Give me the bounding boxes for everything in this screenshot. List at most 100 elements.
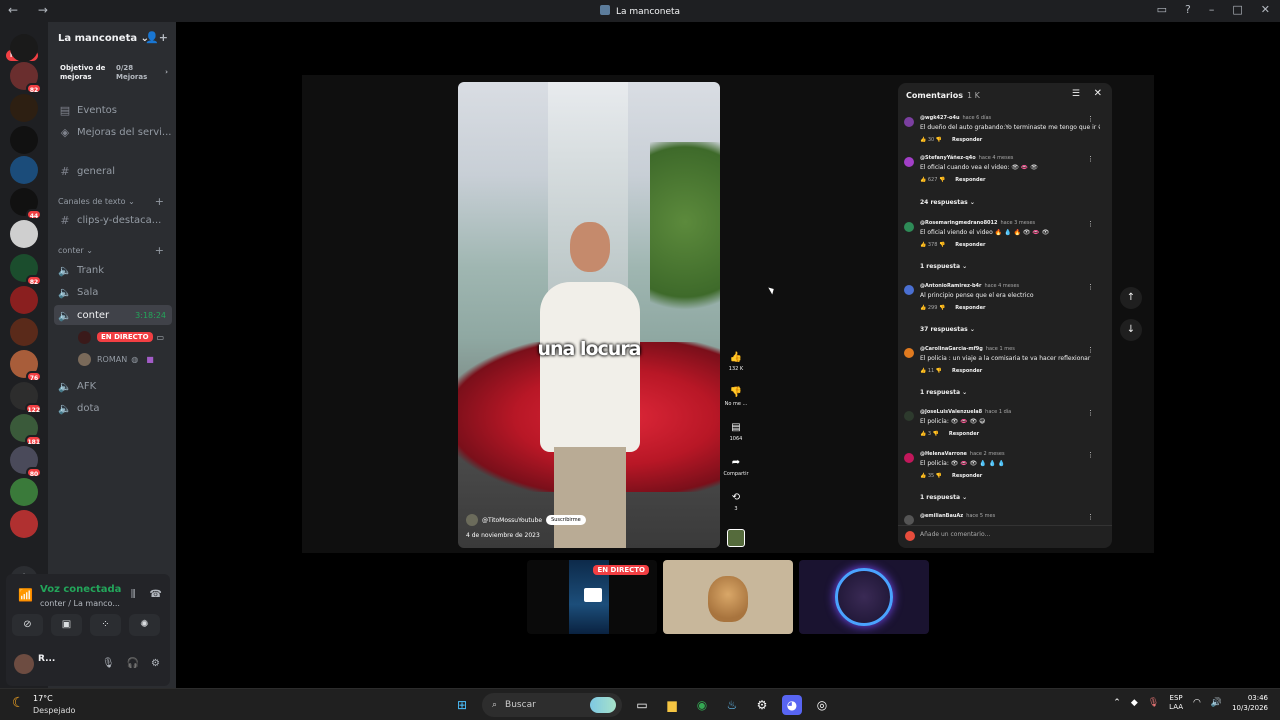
help-icon[interactable]: ?	[1185, 3, 1191, 16]
chrome-icon[interactable]: ◉	[692, 695, 712, 715]
sort-icon[interactable]: ☰	[1072, 89, 1080, 99]
channel-afk[interactable]: 🔈 AFK	[58, 376, 172, 396]
server-icon[interactable]: 122	[10, 382, 42, 414]
server-icon[interactable]	[10, 286, 38, 314]
thumbs-down-icon[interactable]: 👎	[933, 431, 939, 437]
replies-toggle[interactable]: 37 respuestas ⌄	[920, 326, 975, 333]
soundboard-icon[interactable]: ✺	[129, 614, 160, 636]
more-options-icon[interactable]: ⋮	[1087, 283, 1094, 291]
author-name[interactable]: @HelenaVarrone	[920, 451, 967, 457]
more-options-icon[interactable]: ⋮	[1087, 513, 1094, 521]
comment-author[interactable]: @Rosemaringmedrano8012 hace 3 meses	[920, 220, 1035, 226]
avatar[interactable]	[14, 654, 34, 674]
replies-toggle[interactable]: 1 respuesta ⌄	[920, 494, 967, 501]
windows-start-icon[interactable]: ⊞	[452, 695, 472, 715]
thumbs-down-icon[interactable]: 👎	[939, 242, 945, 248]
invite-icon[interactable]: 👤+	[145, 31, 168, 44]
server-icon[interactable]	[10, 318, 38, 346]
server-icon[interactable]: 181	[10, 414, 42, 446]
replies-toggle[interactable]: 1 respuesta ⌄	[920, 263, 967, 270]
author-name[interactable]: @AntonioRamirez-b4r	[920, 283, 981, 289]
microphone-icon[interactable]: 🎙	[102, 658, 115, 669]
more-options-icon[interactable]: ⋮	[1087, 155, 1094, 163]
reply-button[interactable]: Responder	[955, 242, 985, 248]
server-icon[interactable]	[10, 94, 38, 122]
channel-dota[interactable]: 🔈 dota	[58, 398, 172, 418]
reply-button[interactable]: Responder	[952, 137, 982, 143]
discord-icon[interactable]: ◕	[782, 695, 802, 715]
file-explorer-icon[interactable]: ▆	[662, 695, 682, 715]
author-name[interactable]: @JoseLuisValenzuela8	[920, 409, 982, 415]
thumbs-down-icon[interactable]: 👎	[939, 177, 945, 183]
avatar[interactable]	[904, 453, 914, 463]
reply-button[interactable]: Responder	[955, 305, 985, 311]
server-icon[interactable]: 76	[10, 350, 42, 382]
thumbs-down-icon[interactable]: 👎	[936, 368, 942, 374]
close-icon[interactable]: ✕	[1094, 88, 1102, 99]
activities-icon[interactable]: ⁘	[90, 614, 121, 636]
channel-eventos[interactable]: ▤ Eventos	[58, 100, 172, 120]
subscribe-button[interactable]: Suscribirme	[546, 515, 586, 525]
server-icon[interactable]	[10, 478, 38, 506]
volume-icon[interactable]: 🔊	[1211, 698, 1222, 708]
comment-author[interactable]: @wgk427-o4u hace 6 días	[920, 115, 991, 121]
server-name[interactable]: La manconeta ⌄	[58, 33, 149, 44]
search-box[interactable]: ⌕ Buscar	[482, 693, 622, 717]
arrow-down-icon[interactable]: ↓	[1120, 319, 1142, 341]
reply-button[interactable]: Responder	[952, 473, 982, 479]
disconnect-icon[interactable]: ☎	[150, 589, 162, 600]
avatar[interactable]	[904, 222, 914, 232]
server-icon[interactable]: 44	[10, 188, 42, 220]
server-icon[interactable]	[10, 126, 38, 154]
clock[interactable]: 03:46 10/3/2026	[1232, 693, 1268, 713]
thumbs-up-icon[interactable]: 👍	[920, 368, 926, 374]
more-options-icon[interactable]: ⋮	[1087, 451, 1094, 459]
more-options-icon[interactable]: ⋮	[1087, 220, 1094, 228]
category-text-channels[interactable]: Canales de texto ⌄ +	[58, 195, 172, 208]
avatar[interactable]	[904, 411, 914, 421]
comment-author[interactable]: @HelenaVarrone hace 2 meses	[920, 451, 1005, 457]
thumbs-up-icon[interactable]: 👍	[920, 305, 926, 311]
gear-icon[interactable]: ⚙	[151, 658, 160, 669]
author-name[interactable]: @StefanyYáñez-q4o	[920, 155, 976, 161]
tray-app-icon[interactable]: ◆	[1131, 698, 1138, 708]
thumbs-down-icon[interactable]: 👎	[936, 473, 942, 479]
share-button[interactable]: ➦ Compartir	[722, 455, 750, 490]
avatar[interactable]	[904, 285, 914, 295]
author-name[interactable]: @emilianBauAz	[920, 513, 963, 519]
microphone-icon[interactable]: 🎙	[1148, 698, 1159, 708]
maximize-icon[interactable]: □	[1232, 3, 1242, 16]
channel-sala[interactable]: 🔈 Sala	[58, 282, 172, 302]
steam-icon[interactable]: ♨	[722, 695, 742, 715]
channel-general[interactable]: # general	[58, 161, 172, 181]
chevron-up-icon[interactable]: ⌃	[1113, 698, 1121, 708]
channel-mejoras[interactable]: ◈ Mejoras del servi...	[58, 122, 172, 142]
more-options-icon[interactable]: ⋮	[1087, 115, 1094, 123]
close-icon[interactable]: ✕	[1261, 3, 1270, 16]
remix-button[interactable]: ⟲ 3	[722, 490, 750, 525]
dislike-button[interactable]: 👎 No me ...	[722, 385, 750, 420]
thumbs-up-icon[interactable]: 👍	[920, 431, 926, 437]
replies-toggle[interactable]: 1 respuesta ⌄	[920, 389, 967, 396]
avatar[interactable]	[904, 157, 914, 167]
channel-avatar[interactable]	[466, 514, 478, 526]
video-channel[interactable]: @TitoMossuYoutube Suscribirme	[466, 514, 586, 526]
comment-author[interactable]: @emilianBauAz hace 5 mes	[920, 513, 995, 519]
voice-channel-label[interactable]: conter / La manco...	[40, 599, 120, 608]
boost-goal[interactable]: Objetivo de mejoras 0/28 Mejoras ›	[54, 58, 170, 88]
inbox-icon[interactable]: ▭	[1157, 3, 1167, 16]
minimize-icon[interactable]: –	[1209, 3, 1215, 16]
server-icon[interactable]	[10, 220, 38, 248]
comments-button[interactable]: ▤ 1064	[722, 420, 750, 455]
stream-tile-screen[interactable]: EN DIRECTO	[527, 560, 657, 634]
server-icon[interactable]	[10, 34, 38, 62]
noise-suppression-icon[interactable]: ⫼	[131, 589, 136, 600]
thumbs-down-icon[interactable]: 👎	[936, 137, 942, 143]
user-name[interactable]: R...	[38, 654, 55, 664]
voice-user-streamer[interactable]: EN DIRECTO ▭	[78, 329, 164, 345]
thumbs-down-icon[interactable]: 👎	[939, 305, 945, 311]
avatar[interactable]	[904, 515, 914, 525]
language-indicator[interactable]: ESP LAA	[1169, 694, 1183, 712]
replies-toggle[interactable]: 24 respuestas ⌄	[920, 199, 975, 206]
headphones-icon[interactable]: 🎧	[127, 658, 139, 669]
